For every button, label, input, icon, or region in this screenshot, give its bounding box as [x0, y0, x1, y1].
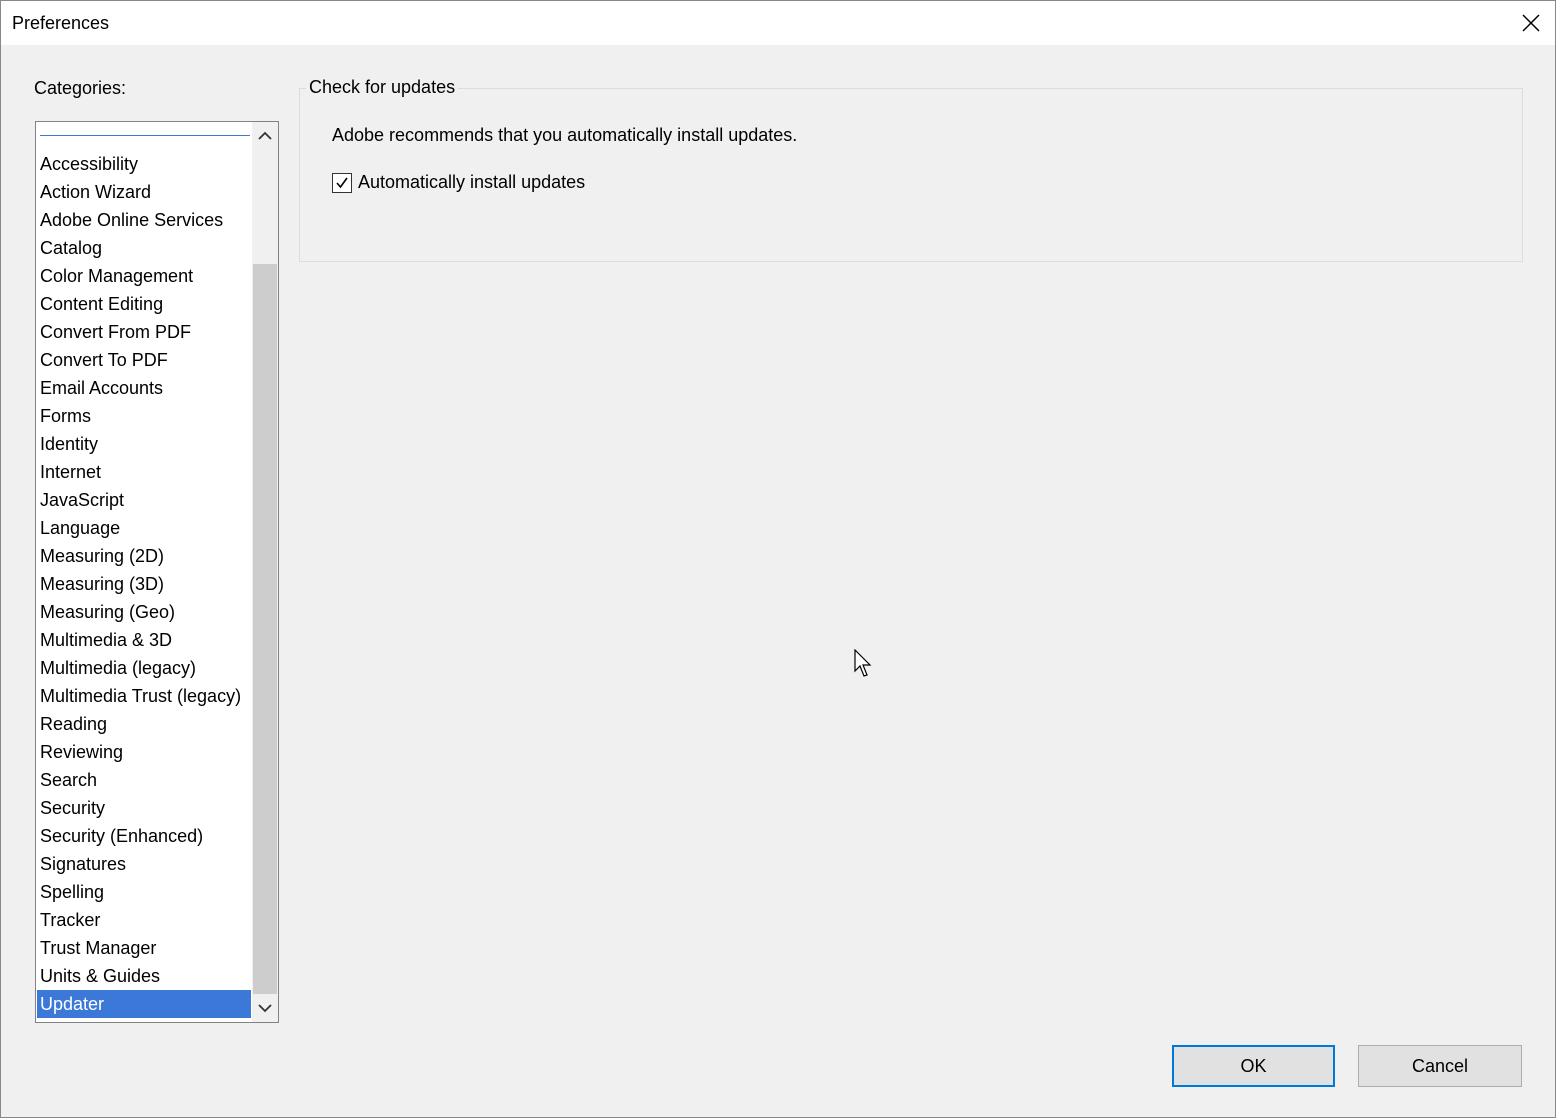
list-scrollbar[interactable]	[252, 122, 278, 1022]
close-button[interactable]	[1507, 1, 1555, 45]
close-icon	[1522, 14, 1540, 32]
auto-install-checkbox-row[interactable]: Automatically install updates	[332, 172, 585, 193]
scroll-down-button[interactable]	[252, 994, 278, 1022]
scroll-up-button[interactable]	[252, 122, 278, 150]
ok-button[interactable]: OK	[1172, 1045, 1335, 1087]
category-item-units-guides[interactable]: Units & Guides	[37, 962, 251, 990]
category-item-convert-to-pdf[interactable]: Convert To PDF	[37, 346, 251, 374]
category-item-adobe-online-services[interactable]: Adobe Online Services	[37, 206, 251, 234]
category-item-measuring-3d[interactable]: Measuring (3D)	[37, 570, 251, 598]
updates-description: Adobe recommends that you automatically …	[332, 125, 798, 145]
category-item-email-accounts[interactable]: Email Accounts	[37, 374, 251, 402]
auto-install-checkbox[interactable]	[332, 172, 352, 193]
category-item-internet[interactable]: Internet	[37, 458, 251, 486]
chevron-up-icon	[258, 131, 272, 140]
categories-label: Categories:	[34, 78, 127, 98]
category-item-color-management[interactable]: Color Management	[37, 262, 251, 290]
group-title: Check for updates	[306, 77, 459, 98]
mouse-pointer-icon	[854, 649, 872, 677]
category-item-reading[interactable]: Reading	[37, 710, 251, 738]
category-item-accessibility[interactable]: Accessibility	[37, 150, 251, 178]
category-item-security[interactable]: Security	[37, 794, 251, 822]
category-item-spelling[interactable]: Spelling	[37, 878, 251, 906]
cancel-button[interactable]: Cancel	[1358, 1045, 1522, 1087]
title-bar: Preferences	[1, 1, 1555, 45]
preferences-dialog: Preferences Categories: Accessibility Act…	[0, 0, 1556, 1118]
category-item-measuring-geo[interactable]: Measuring (Geo)	[37, 598, 251, 626]
category-item-updater[interactable]: Updater	[37, 990, 251, 1018]
scroll-thumb[interactable]	[253, 264, 277, 994]
category-item-catalog[interactable]: Catalog	[37, 234, 251, 262]
list-divider	[40, 135, 250, 136]
category-item-multimedia-3d[interactable]: Multimedia & 3D	[37, 626, 251, 654]
auto-install-label[interactable]: Automatically install updates	[358, 172, 585, 193]
window-title: Preferences	[12, 13, 110, 33]
category-item-trust-manager[interactable]: Trust Manager	[37, 934, 251, 962]
category-item-javascript[interactable]: JavaScript	[37, 486, 251, 514]
category-item-content-editing[interactable]: Content Editing	[37, 290, 251, 318]
category-item-reviewing[interactable]: Reviewing	[37, 738, 251, 766]
chevron-down-icon	[258, 1004, 272, 1013]
category-item-forms[interactable]: Forms	[37, 402, 251, 430]
category-item-action-wizard[interactable]: Action Wizard	[37, 178, 251, 206]
category-item-signatures[interactable]: Signatures	[37, 850, 251, 878]
category-item-language[interactable]: Language	[37, 514, 251, 542]
checkmark-icon	[336, 177, 348, 188]
category-items: Accessibility Action Wizard Adobe Online S…	[37, 150, 251, 1018]
category-item-multimedia-trust-legacy[interactable]: Multimedia Trust (legacy)	[37, 682, 251, 710]
category-item-convert-from-pdf[interactable]: Convert From PDF	[37, 318, 251, 346]
category-item-multimedia-legacy[interactable]: Multimedia (legacy)	[37, 654, 251, 682]
category-item-search[interactable]: Search	[37, 766, 251, 794]
categories-list[interactable]: Accessibility Action Wizard Adobe Online S…	[35, 121, 279, 1023]
category-item-security-enhanced[interactable]: Security (Enhanced)	[37, 822, 251, 850]
category-item-measuring-2d[interactable]: Measuring (2D)	[37, 542, 251, 570]
category-item-tracker[interactable]: Tracker	[37, 906, 251, 934]
category-item-identity[interactable]: Identity	[37, 430, 251, 458]
